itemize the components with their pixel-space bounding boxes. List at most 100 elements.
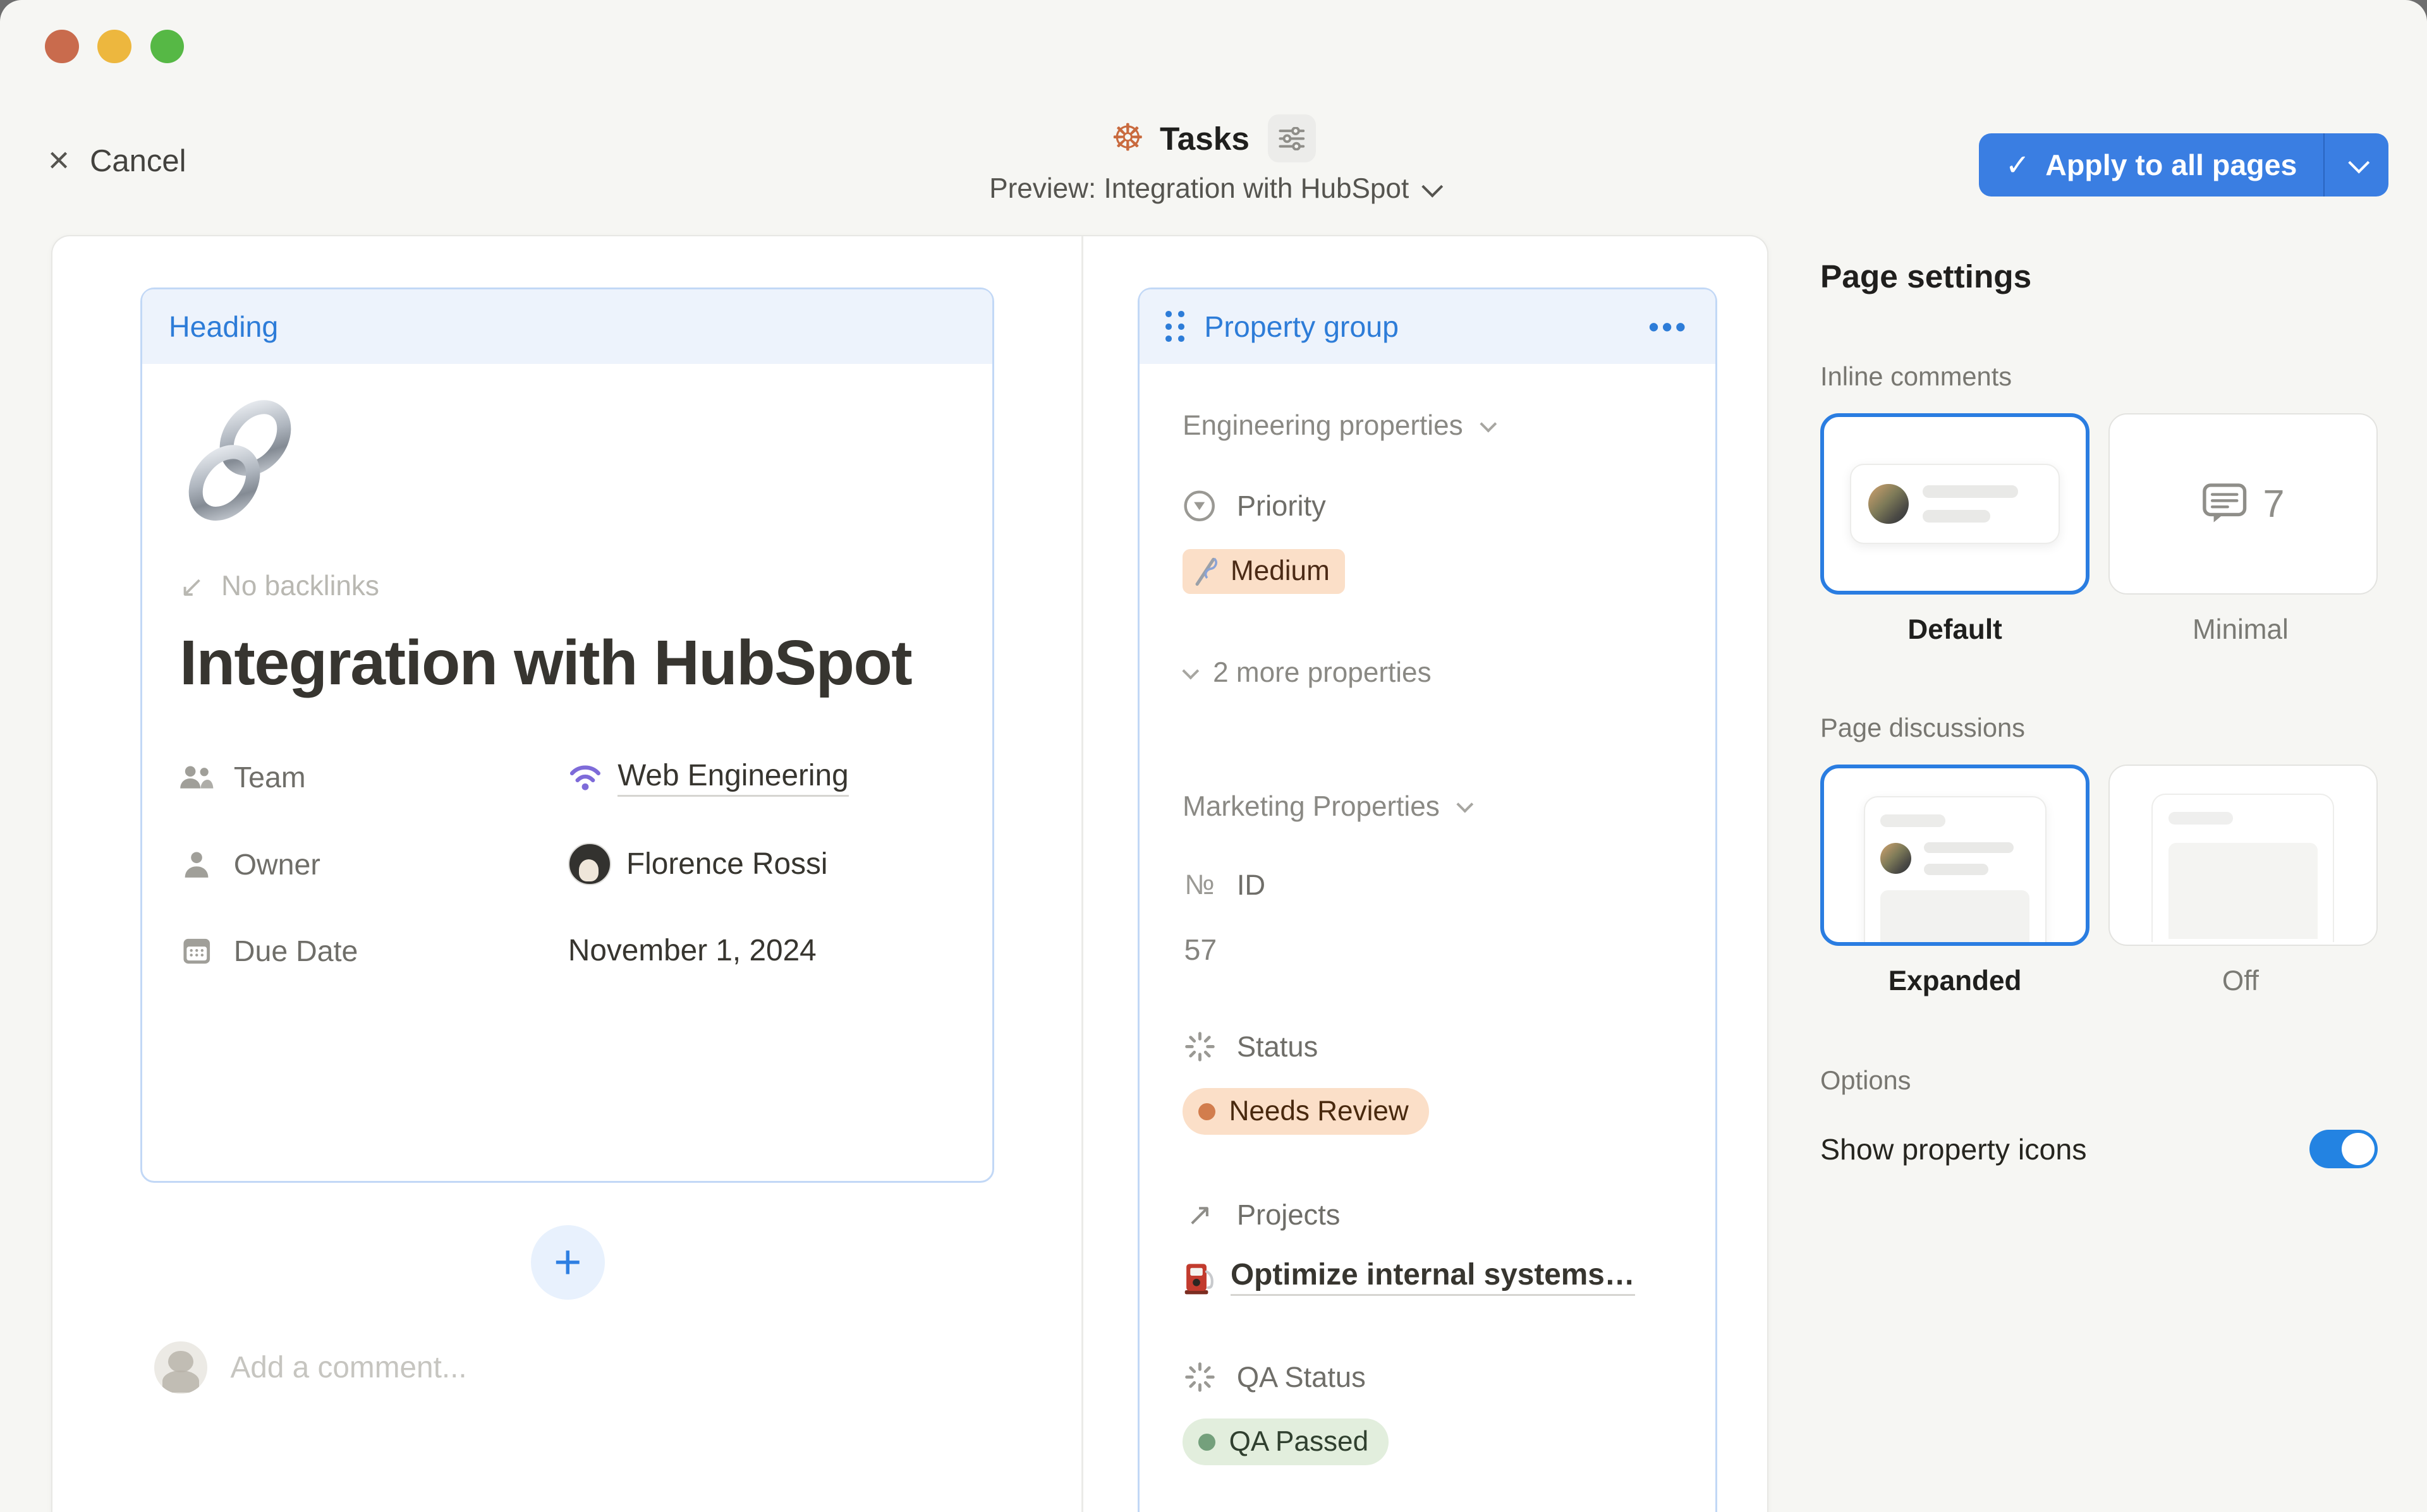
chevron-down-icon [1422,176,1443,197]
qa-status-label: QA Status [1237,1361,1366,1394]
minimize-window-button[interactable] [97,30,131,64]
window-controls [45,30,184,64]
page-discussions-expanded-option[interactable] [1820,765,2089,946]
preview-selector[interactable]: Preview: Integration with HubSpot [989,173,1438,205]
property-group-label: Property group [1204,310,1399,344]
status-value: Needs Review [1229,1096,1409,1127]
status-property[interactable]: Status [1183,1031,1672,1063]
apply-options-dropdown[interactable] [2325,133,2388,197]
status-dot-icon [1198,1103,1215,1120]
backlinks-label: No backlinks [221,571,379,602]
people-icon [179,765,214,790]
status-value-pill[interactable]: Needs Review [1183,1088,1428,1135]
priority-label: Priority [1237,490,1326,523]
property-group-block[interactable]: Property group ••• Engineering propertie… [1138,287,1717,1512]
apply-label: Apply to all pages [2045,148,2297,182]
sliders-icon [1279,127,1305,150]
off-option-label: Off [2108,965,2373,997]
page-settings-title: Page settings [1820,257,2378,295]
due-date-value[interactable]: November 1, 2024 [568,933,817,968]
comment-placeholder: Add a comment... [230,1350,466,1385]
owner-avatar [568,843,611,886]
chevron-down-icon [2348,152,2369,173]
default-option-label: Default [1820,614,2089,646]
check-icon: ✓ [2005,148,2030,182]
id-label: ID [1237,869,1265,902]
needle-icon [1193,555,1220,587]
priority-property[interactable]: Priority [1183,490,1672,523]
arrow-northeast-icon: ↗ [1183,1197,1217,1233]
helm-wheel-icon: ☸ [1111,120,1145,157]
arrow-southwest-icon: ↙ [179,569,204,603]
wifi-icon [568,763,602,791]
property-row-due-date[interactable]: Due Date November 1, 2024 [179,907,955,994]
chain-links-page-icon [179,396,303,526]
qa-status-value-pill[interactable]: QA Passed [1183,1418,1389,1465]
page-preview-canvas: Heading ↙ No backlinks [51,235,1768,1511]
close-window-button[interactable] [45,30,79,64]
database-title: Tasks [1160,119,1250,157]
property-row-owner[interactable]: Owner Florence Rossi [179,821,955,907]
heading-block[interactable]: Heading ↙ No backlinks [140,287,994,1183]
show-property-icons-toggle[interactable] [2309,1130,2378,1168]
property-group-header[interactable]: Property group ••• [1140,289,1715,364]
projects-property[interactable]: ↗ Projects [1183,1197,1672,1233]
drag-handle-icon[interactable] [1165,311,1184,342]
comment-bubble-icon [2201,482,2248,526]
priority-value: Medium [1231,555,1330,587]
apply-button-group: ✓ Apply to all pages [1979,133,2388,197]
heading-block-header[interactable]: Heading [142,289,992,364]
comment-count: 7 [2263,481,2285,526]
more-properties-toggle[interactable]: 2 more properties [1183,657,1672,689]
comment-composer[interactable]: Add a comment... [154,1341,466,1394]
current-user-avatar [154,1341,207,1394]
column-divider [1081,236,1083,1511]
qa-status-value: QA Passed [1229,1426,1369,1458]
page-properties: Team Web Engineering [179,734,955,994]
more-properties-label: 2 more properties [1213,657,1431,689]
status-spinner-icon [1183,1362,1217,1393]
priority-value-tag[interactable]: Medium [1183,549,1345,594]
engineering-section-label: Engineering properties [1183,410,1463,442]
more-menu-icon[interactable]: ••• [1648,310,1689,344]
app-window: × Cancel ☸ Tasks Preview: Integration wi… [0,0,2427,1512]
add-block-button[interactable]: + [531,1225,605,1300]
page-settings-panel: Page settings Inline comments [1820,257,2378,1169]
team-label: Team [234,760,306,794]
owner-label: Owner [234,847,320,881]
avatar [1868,484,1909,524]
status-label: Status [1237,1031,1318,1063]
toggle-knob [2342,1133,2374,1165]
owner-value[interactable]: Florence Rossi [626,847,827,881]
qa-status-property[interactable]: QA Status [1183,1361,1672,1394]
fuel-pump-icon [1183,1259,1215,1295]
inline-comments-default-option[interactable] [1820,413,2089,595]
section-engineering-properties[interactable]: Engineering properties [1183,410,1672,442]
zoom-window-button[interactable] [150,30,185,64]
inline-comments-minimal-option[interactable]: 7 [2108,413,2378,595]
chevron-down-icon [1456,796,1473,813]
numero-icon: № [1183,869,1217,901]
marketing-section-label: Marketing Properties [1183,791,1440,823]
layout-options-button[interactable] [1268,114,1316,162]
priority-icon [1183,490,1217,522]
expanded-option-label: Expanded [1820,965,2089,997]
apply-to-all-pages-button[interactable]: ✓ Apply to all pages [1979,133,2323,197]
plus-icon: + [554,1235,581,1290]
section-marketing-properties[interactable]: Marketing Properties [1183,791,1672,823]
team-value-link[interactable]: Web Engineering [617,758,848,796]
projects-value-link[interactable]: Optimize internal systems… [1231,1257,1635,1295]
id-value[interactable]: 57 [1183,933,1672,967]
page-discussions-off-option[interactable] [2108,765,2378,946]
page-title[interactable]: Integration with HubSpot [179,626,923,700]
id-property[interactable]: № ID [1183,869,1672,902]
minimal-option-label: Minimal [2108,614,2373,646]
due-date-label: Due Date [234,934,358,968]
show-property-icons-row: Show property icons [1820,1130,2378,1168]
show-property-icons-label: Show property icons [1820,1132,2086,1166]
property-row-team[interactable]: Team Web Engineering [179,734,955,821]
person-icon [179,850,214,878]
backlinks-button[interactable]: ↙ No backlinks [179,569,955,603]
chevron-down-icon [1480,415,1496,432]
status-dot-icon [1198,1434,1215,1451]
